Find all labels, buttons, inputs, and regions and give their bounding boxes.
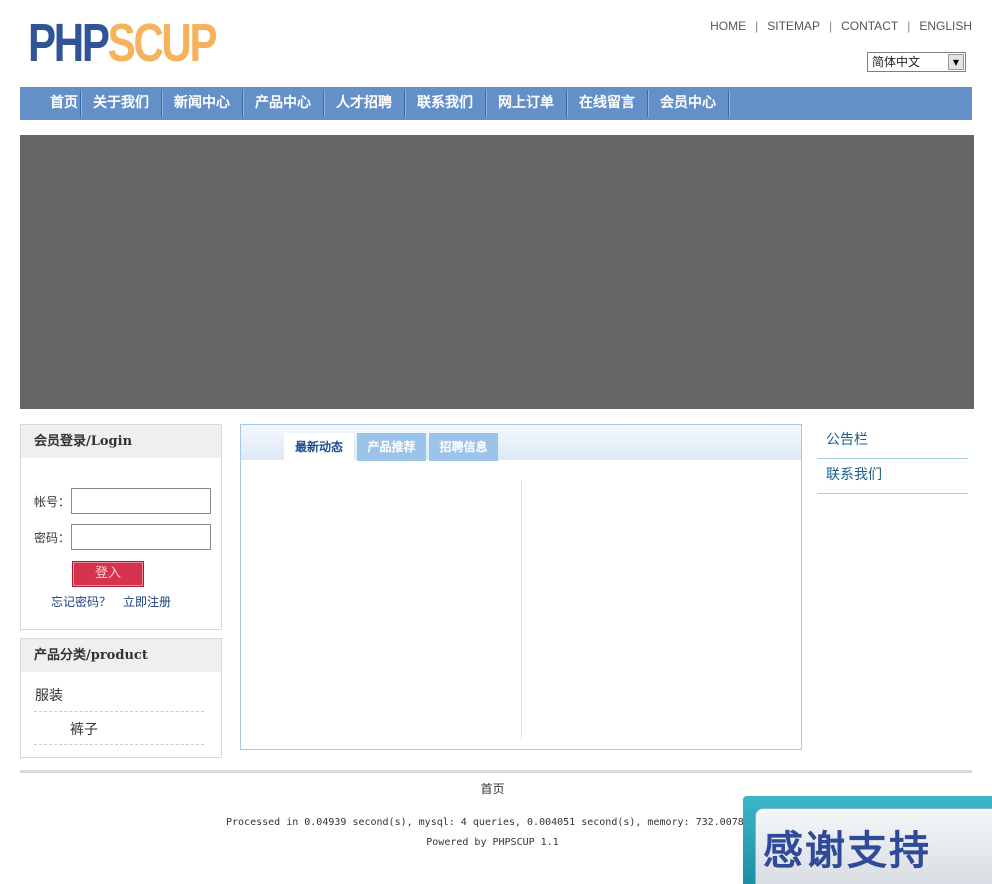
nav-item-contact[interactable]: 联系我们 (405, 90, 486, 117)
side-item-notice[interactable]: 公告栏 (817, 424, 968, 459)
tab-job-info[interactable]: 招聘信息 (429, 433, 498, 461)
footer-processed-info: Processed in 0.04939 second(s), mysql: 4… (226, 817, 744, 828)
nav-item-member[interactable]: 会员中心 (648, 90, 729, 117)
language-select-value: 简体中文 (872, 55, 921, 69)
nav-item-jobs[interactable]: 人才招聘 (324, 90, 405, 117)
password-row: 密码： (34, 524, 211, 550)
nav-item-message[interactable]: 在线留言 (567, 90, 648, 117)
password-label: 密码： (34, 530, 71, 545)
product-category-box: 产品分类/product 服装 裤子 (20, 638, 222, 758)
nav-item-news[interactable]: 新闻中心 (162, 90, 243, 117)
logo-text-php: PHP (28, 13, 110, 73)
dropdown-arrow-icon[interactable]: ▼ (948, 54, 964, 70)
tab-recommended-products[interactable]: 产品推荐 (357, 433, 426, 461)
category-item-clothing[interactable]: 服装 (34, 685, 204, 712)
site-logo[interactable]: PHP SCUP (28, 13, 218, 73)
top-link-separator: | (907, 19, 911, 33)
register-link[interactable]: 立即注册 (123, 595, 171, 609)
top-link-separator: | (755, 19, 759, 33)
login-button[interactable]: 登入 (72, 561, 144, 587)
nav-item-home[interactable]: 首页 (46, 90, 81, 117)
top-link-home[interactable]: HOME (710, 19, 746, 33)
main-nav: 首页 关于我们 新闻中心 产品中心 人才招聘 联系我们 网上订单 在线留言 会员… (20, 87, 972, 120)
nav-item-products[interactable]: 产品中心 (243, 90, 324, 117)
login-links: 忘记密码？ 立即注册 (51, 593, 183, 610)
top-link-english[interactable]: ENGLISH (919, 19, 972, 33)
thanks-badge-text: 感谢支持 (763, 827, 931, 874)
account-input[interactable] (71, 488, 211, 514)
nav-item-order[interactable]: 网上订单 (486, 90, 567, 117)
panel-divider (521, 480, 522, 739)
tab-bar: 最新动态 产品推荐 招聘信息 (241, 425, 801, 461)
tab-panel: 最新动态 产品推荐 招聘信息 (240, 424, 802, 750)
top-link-separator: | (828, 19, 833, 33)
account-label: 帐号： (34, 494, 71, 509)
product-category-title: 产品分类/product (21, 639, 221, 672)
banner-area (20, 135, 974, 409)
nav-item-about[interactable]: 关于我们 (81, 90, 162, 117)
top-link-contact[interactable]: CONTACT (841, 19, 898, 33)
top-links: HOME | SITEMAP | CONTACT | ENGLISH (710, 19, 972, 33)
category-item-pants[interactable]: 裤子 (34, 719, 204, 745)
forgot-password-link[interactable]: 忘记密码？ (51, 595, 111, 609)
tab-latest-news[interactable]: 最新动态 (284, 433, 354, 461)
footer-divider (20, 770, 972, 773)
password-input[interactable] (71, 524, 211, 550)
side-item-contact[interactable]: 联系我们 (817, 459, 968, 494)
login-box-title: 会员登录/Login (21, 425, 221, 458)
logo-text-scup: SCUP (107, 13, 218, 73)
language-select[interactable]: 简体中文 ▼ (867, 52, 966, 72)
top-link-sitemap[interactable]: SITEMAP (767, 19, 820, 33)
login-box: 会员登录/Login 帐号： 密码： 登入 忘记密码？ 立即注册 (20, 424, 222, 630)
account-row: 帐号： (34, 488, 211, 514)
footer-home-link[interactable]: 首页 (0, 780, 985, 797)
thanks-badge[interactable]: 感谢支持 (743, 796, 992, 884)
